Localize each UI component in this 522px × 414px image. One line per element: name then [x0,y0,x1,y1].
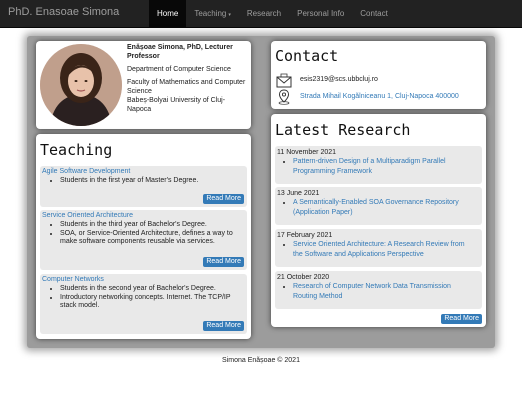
footer: Simona Enășoae © 2021 [222,357,300,364]
contact-email[interactable]: esis2319@scs.ubbcluj.ro [300,76,378,83]
navbar-brand[interactable]: PhD. Enasoae Simona [8,6,119,18]
profile-department: Department of Computer Science [127,66,231,73]
research-card: Latest Research 11 November 2021 Pattern… [271,114,486,327]
map-pin-icon [278,89,290,105]
nav-research[interactable]: Research [239,0,289,27]
read-more-button[interactable]: Read More [203,257,244,267]
research-item: 11 November 2021 Pattern-driven Design o… [275,146,482,184]
course-bullet: Introductory networking concepts. Intern… [60,294,245,311]
nav-teaching[interactable]: Teaching ▾ [186,0,239,27]
course-bullet: Students in the second year of Bachelor'… [60,285,245,294]
teaching-item: Agile Software Development Students in t… [40,166,247,207]
avatar [40,44,122,126]
research-date: 13 June 2021 [277,190,320,197]
research-list: A Semantically-Enabled SOA Governance Re… [279,198,473,218]
profile-card: Enășoae Simona, PhD, Lecturer Professor … [36,41,251,129]
profile-info: Enășoae Simona, PhD, Lecturer Professor … [127,43,249,118]
teaching-title: Teaching [40,141,113,159]
profile-name: Enășoae Simona, PhD, Lecturer Professor [127,44,233,60]
research-bullet: Service Oriented Architecture: A Researc… [293,240,473,260]
read-more-button[interactable]: Read More [203,194,244,204]
course-bullet: Students in the third year of Bachelor's… [60,221,245,230]
profile-faculty: Faculty of Mathematics and Computer Scie… [127,79,246,95]
course-link[interactable]: Computer Networks [42,276,104,283]
course-bullet: Students in the first year of Master's D… [60,177,245,186]
research-title: Latest Research [275,121,411,139]
course-bullets: Students in the second year of Bachelor'… [46,285,245,311]
nav-teaching-label: Teaching [194,9,227,18]
research-link[interactable]: Pattern-driven Design of a Multiparadigm… [293,158,446,175]
nav-personal-info[interactable]: Personal Info [289,0,352,27]
profile-university: Babeș-Bolyai University of Cluj-Napoca [127,97,226,113]
teaching-item: Service Oriented Architecture Students i… [40,210,247,270]
research-date: 17 February 2021 [277,232,333,239]
research-item: 17 February 2021 Service Oriented Archit… [275,229,482,267]
research-link[interactable]: Research of Computer Network Data Transm… [293,283,451,300]
contact-title: Contact [275,47,339,65]
research-list: Service Oriented Architecture: A Researc… [279,240,473,260]
research-item: 21 October 2020 Research of Computer Net… [275,271,482,309]
read-more-button[interactable]: Read More [441,314,482,324]
course-bullets: Students in the third year of Bachelor's… [46,221,245,247]
research-bullet: Pattern-driven Design of a Multiparadigm… [293,157,473,177]
research-link[interactable]: Service Oriented Architecture: A Researc… [293,241,465,258]
research-link[interactable]: A Semantically-Enabled SOA Governance Re… [293,199,459,216]
course-bullet: SOA, or Service-Oriented Architecture, d… [60,230,245,247]
caret-down-icon: ▾ [228,12,231,18]
teaching-item: Computer Networks Students in the second… [40,274,247,334]
nav-home[interactable]: Home [149,0,187,27]
research-list: Research of Computer Network Data Transm… [279,282,473,302]
navbar: PhD. Enasoae Simona Home Teaching ▾ Resea… [0,0,522,28]
course-link[interactable]: Service Oriented Architecture [42,212,133,219]
nav-menu: Home Teaching ▾ Research Personal Info Co… [149,0,396,27]
course-bullets: Students in the first year of Master's D… [46,177,245,186]
contact-card: Contact esis2319@scs.ubbcluj.ro Strada M… [271,41,486,109]
contact-address-row: Strada Mihail Kogălniceanu 1, Cluj-Napoc… [276,89,459,107]
nav-contact[interactable]: Contact [352,0,396,27]
contact-address[interactable]: Strada Mihail Kogălniceanu 1, Cluj-Napoc… [300,93,459,100]
envelope-icon [276,73,292,88]
research-item: 13 June 2021 A Semantically-Enabled SOA … [275,187,482,225]
research-date: 21 October 2020 [277,274,330,281]
research-date: 11 November 2021 [277,149,337,156]
research-list: Pattern-driven Design of a Multiparadigm… [279,157,473,177]
research-bullet: A Semantically-Enabled SOA Governance Re… [293,198,473,218]
teaching-card: Teaching Agile Software Development Stud… [36,134,251,339]
course-link[interactable]: Agile Software Development [42,168,130,175]
read-more-button[interactable]: Read More [203,321,244,331]
research-bullet: Research of Computer Network Data Transm… [293,282,473,302]
